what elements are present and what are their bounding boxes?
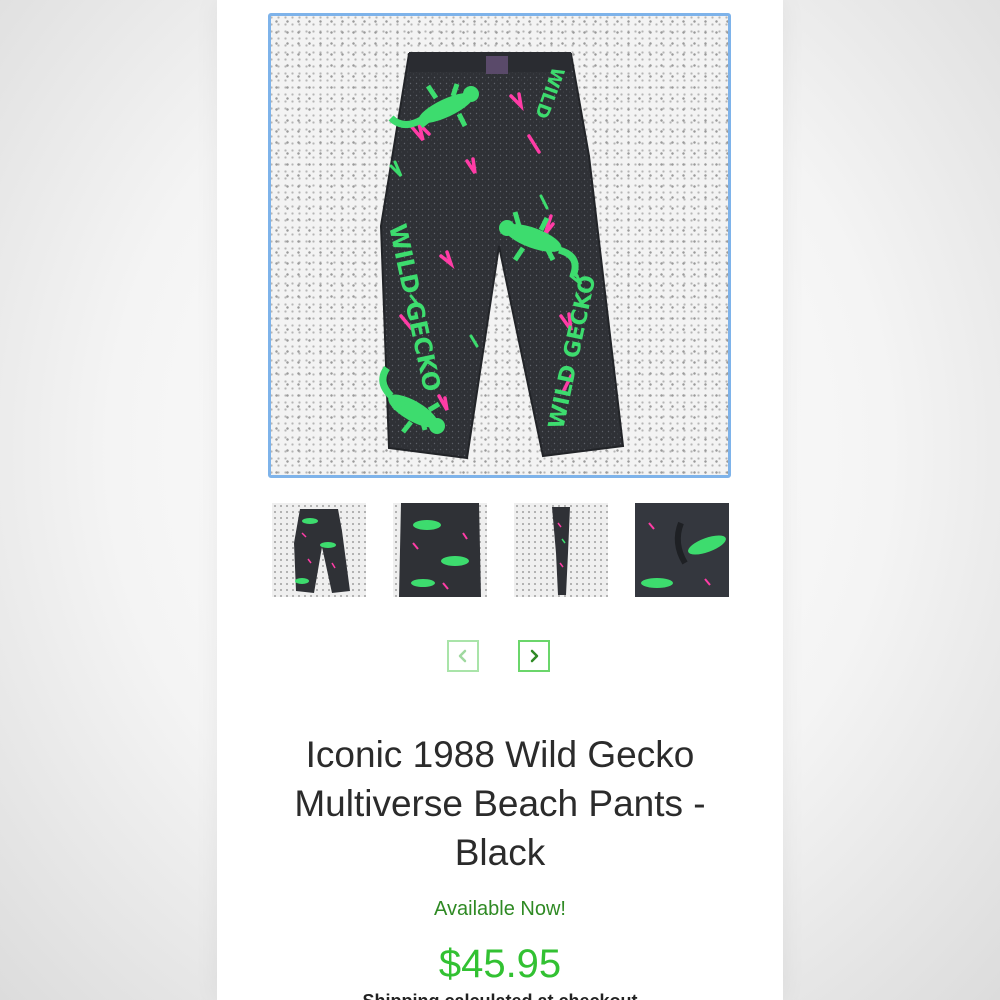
thumbnail-strip <box>217 503 783 599</box>
thumbnail-front[interactable] <box>272 503 366 597</box>
thumbnail-front-image <box>294 509 350 593</box>
product-hero-image[interactable]: WILD GECKO WILD GECKO WILD <box>268 13 731 478</box>
availability-status: Available Now! <box>434 898 566 920</box>
product-title: Iconic 1988 Wild Gecko Multiverse Beach … <box>257 730 743 877</box>
thumbnail-back[interactable] <box>393 503 487 597</box>
thumbnail-back-image <box>399 503 481 597</box>
shipping-note: Shipping calculated at checkout <box>217 990 783 1000</box>
product-title-line: Black <box>454 832 546 873</box>
thumbnail-side-image <box>552 507 570 595</box>
gallery-prev-button[interactable] <box>447 640 479 672</box>
thumbnail-detail-image <box>635 503 729 597</box>
product-page: WILD GECKO WILD GECKO WILD Iconic 1988 W… <box>217 0 783 1000</box>
thumbnail-side[interactable] <box>514 503 608 597</box>
product-price: $45.95 <box>438 942 562 986</box>
product-title-line: Multiverse Beach Pants - <box>294 783 706 824</box>
chevron-right-icon <box>530 649 539 663</box>
thumbnail-detail[interactable] <box>635 503 729 597</box>
pants-illustration: WILD GECKO WILD GECKO WILD <box>379 52 625 460</box>
gallery-next-button[interactable] <box>518 640 550 672</box>
product-title-line: Iconic 1988 Wild Gecko <box>305 734 695 775</box>
chevron-left-icon <box>458 649 467 663</box>
